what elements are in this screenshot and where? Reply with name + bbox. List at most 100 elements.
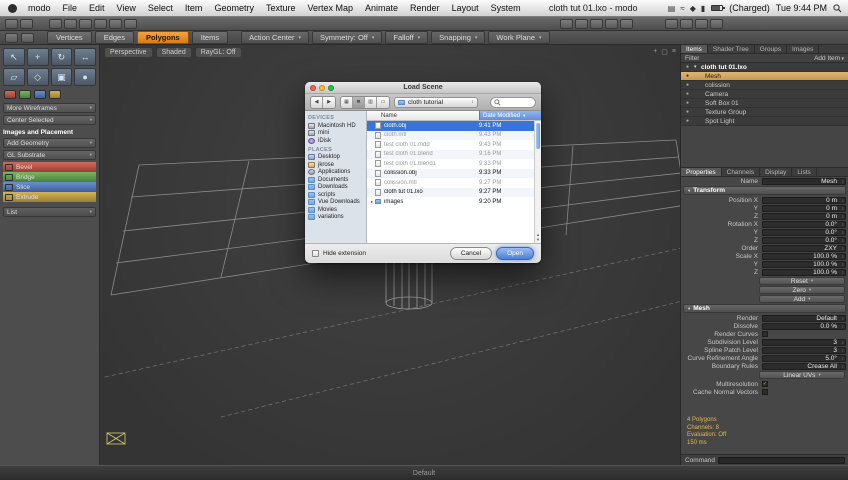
toolbar-icon-button[interactable] bbox=[5, 32, 18, 43]
menubar-menu-item[interactable]: Render bbox=[404, 3, 446, 13]
expand-triangle-icon[interactable]: ▾ bbox=[694, 64, 697, 70]
tool-icon-button[interactable]: ● bbox=[74, 68, 96, 86]
item-list-row[interactable]: ● ▾ Spot Light bbox=[681, 117, 848, 126]
sidebar-device-item[interactable]: mini bbox=[308, 130, 366, 138]
value-field[interactable]: 0.0° bbox=[762, 228, 846, 236]
visibility-eye-icon[interactable]: ● bbox=[684, 73, 691, 79]
command-input[interactable] bbox=[717, 456, 845, 464]
tool-category-icon[interactable] bbox=[34, 90, 46, 99]
menubar-menu-item[interactable]: Texture bbox=[260, 3, 302, 13]
item-list-row[interactable]: ● ▾ Soft Box 01 bbox=[681, 99, 848, 108]
sidebar-place-item[interactable]: Downloads bbox=[308, 184, 366, 192]
scrollbar[interactable]: ▲ ▼ bbox=[534, 121, 541, 243]
sidebar-place-item[interactable]: Movies bbox=[308, 206, 366, 214]
menu-extra-icon[interactable]: ◆ bbox=[690, 4, 696, 13]
sidebar-device-item[interactable]: Macintosh HD bbox=[308, 122, 366, 130]
value-field[interactable]: 0.0 % bbox=[762, 322, 846, 330]
tool-dropdown[interactable]: More Wireframes bbox=[3, 103, 96, 113]
item-list-row[interactable]: ● ▾ Texture Group bbox=[681, 108, 848, 117]
sidebar-place-item[interactable]: variations bbox=[308, 214, 366, 222]
tool-dropdown[interactable]: GL Substrate bbox=[3, 150, 96, 160]
toolbar-icon-button[interactable] bbox=[560, 18, 573, 29]
toolbar-icon-button[interactable] bbox=[94, 18, 107, 29]
properties-tab[interactable]: Lists bbox=[792, 168, 817, 176]
sidebar-place-item[interactable]: Desktop bbox=[308, 154, 366, 162]
value-field[interactable]: 100.0 % bbox=[762, 260, 846, 268]
tool-icon-button[interactable]: ↔ bbox=[74, 48, 96, 66]
value-field[interactable]: Crease All bbox=[762, 362, 846, 370]
toolbar-dropdown[interactable]: Action Center bbox=[241, 31, 310, 44]
value-field[interactable]: Default bbox=[762, 314, 846, 322]
toolbar-icon-button[interactable] bbox=[79, 18, 92, 29]
toolbar-icon-button[interactable] bbox=[665, 18, 678, 29]
item-panel-tab[interactable]: Groups bbox=[755, 45, 788, 53]
battery-icon[interactable] bbox=[711, 5, 726, 11]
toolbar-icon-button[interactable] bbox=[124, 18, 137, 29]
coverflow-view-button[interactable]: ▭ bbox=[377, 96, 389, 108]
menubar-clock[interactable]: Tue 9:44 PM bbox=[776, 3, 827, 13]
value-field[interactable]: 0 m bbox=[762, 196, 846, 204]
visibility-eye-icon[interactable]: ● bbox=[684, 109, 691, 115]
toolbar-icon-button[interactable] bbox=[64, 18, 77, 29]
viewport-minimize-icon[interactable]: + bbox=[653, 48, 657, 56]
spotlight-icon[interactable] bbox=[833, 3, 842, 13]
forward-button[interactable]: ▶ bbox=[323, 96, 335, 108]
date-modified-column-header[interactable]: Date Modified bbox=[479, 111, 541, 120]
selection-mode-button[interactable]: Items bbox=[191, 31, 229, 44]
value-field[interactable]: ZXY bbox=[762, 244, 846, 252]
toolbar-dropdown[interactable]: Falloff bbox=[385, 31, 429, 44]
apple-menu-icon[interactable] bbox=[8, 3, 17, 13]
viewport-shading-dropdown[interactable]: Shaded bbox=[156, 48, 191, 57]
file-row[interactable]: ▸ cloth.obj 9:41 PM bbox=[367, 121, 534, 131]
tool-button[interactable]: Extrude bbox=[3, 192, 96, 202]
menubar-menu-item[interactable]: Layout bbox=[446, 3, 485, 13]
file-row[interactable]: ▸ test cloth 01.mdd 9:43 PM bbox=[367, 140, 534, 150]
visibility-eye-icon[interactable]: ● bbox=[684, 118, 691, 124]
checkbox[interactable] bbox=[762, 331, 768, 337]
value-field[interactable]: 0.0° bbox=[762, 220, 846, 228]
value-field[interactable]: 5.0° bbox=[762, 354, 846, 362]
checkbox[interactable] bbox=[762, 389, 768, 395]
file-row[interactable]: ▸ cloth.mtl 9:43 PM bbox=[367, 130, 534, 140]
item-list-row[interactable]: ● ▾ Mesh bbox=[681, 72, 848, 81]
properties-tab[interactable]: Channels bbox=[722, 168, 761, 176]
scrollbar-arrows[interactable]: ▲ ▼ bbox=[535, 232, 541, 242]
list-view-button[interactable]: ≣ bbox=[353, 96, 365, 108]
column-view-button[interactable]: ▥ bbox=[365, 96, 377, 108]
value-field[interactable]: 3 bbox=[762, 346, 846, 354]
dialog-titlebar[interactable]: Load Scene bbox=[305, 82, 541, 94]
selection-mode-button[interactable]: Polygons bbox=[136, 31, 189, 44]
tool-icon-button[interactable]: ↻ bbox=[50, 48, 73, 66]
transform-action-button[interactable]: Zero bbox=[759, 286, 845, 294]
properties-tab[interactable]: Properties bbox=[681, 168, 722, 176]
tool-icon-button[interactable]: ▱ bbox=[3, 68, 25, 86]
file-row[interactable]: ▸ colission.obj 9:33 PM bbox=[367, 168, 534, 178]
toolbar-icon-button[interactable] bbox=[695, 18, 708, 29]
menu-extra-icon[interactable]: ≈ bbox=[680, 4, 684, 13]
sidebar-place-item[interactable]: Applications bbox=[308, 169, 366, 177]
properties-tab[interactable]: Display bbox=[760, 168, 793, 176]
transform-action-button[interactable]: Add bbox=[759, 295, 845, 303]
viewport-camera-dropdown[interactable]: Perspective bbox=[105, 48, 152, 57]
toolbar-icon-button[interactable] bbox=[20, 18, 33, 29]
toolbar-icon-button[interactable] bbox=[109, 18, 122, 29]
value-field[interactable]: 0 m bbox=[762, 212, 846, 220]
menubar-menu-item[interactable]: Item bbox=[179, 3, 209, 13]
zoom-icon[interactable] bbox=[328, 84, 334, 91]
file-row[interactable]: ▸ test cloth 01.blend1 9:33 PM bbox=[367, 159, 534, 169]
search-input[interactable] bbox=[490, 96, 536, 108]
visibility-eye-icon[interactable]: ● bbox=[684, 82, 691, 88]
toolbar-icon-button[interactable] bbox=[590, 18, 603, 29]
tool-category-icon[interactable] bbox=[49, 90, 61, 99]
viewport-raygl-toggle[interactable]: RayGL: Off bbox=[195, 48, 241, 57]
toolbar-icon-button[interactable] bbox=[680, 18, 693, 29]
value-field[interactable]: 3 bbox=[762, 338, 846, 346]
file-row[interactable]: ▸ images 9:20 PM bbox=[367, 197, 534, 207]
value-field[interactable]: 0 m bbox=[762, 204, 846, 212]
filter-label[interactable]: Filter bbox=[685, 55, 699, 62]
file-row[interactable]: ▸ test cloth 01.blend 9:16 PM bbox=[367, 149, 534, 159]
mesh-section-header[interactable]: Mesh bbox=[683, 304, 846, 313]
transform-section-header[interactable]: Transform bbox=[683, 186, 846, 195]
sidebar-place-item[interactable]: jkrose bbox=[308, 161, 366, 169]
name-field[interactable]: Mesh bbox=[762, 177, 846, 185]
